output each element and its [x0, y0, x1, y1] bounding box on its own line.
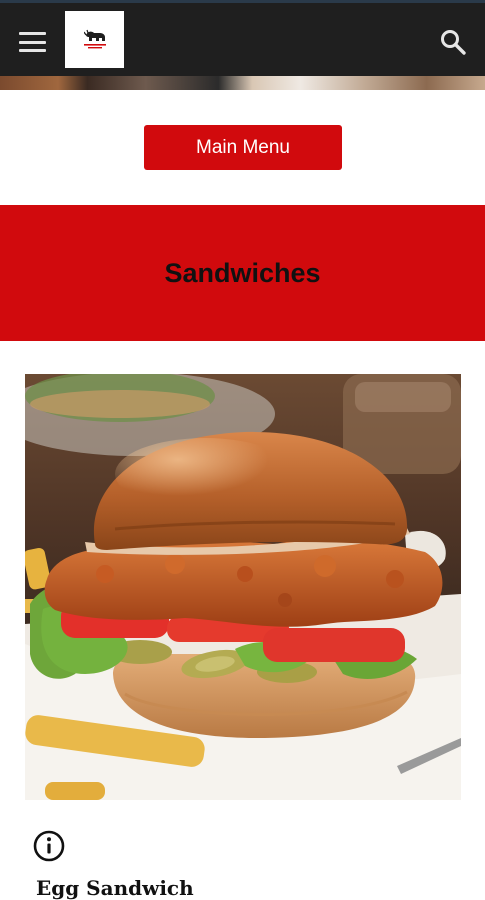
- hamburger-line: [19, 49, 46, 52]
- search-icon[interactable]: [439, 28, 467, 56]
- category-title: Sandwiches: [164, 257, 321, 288]
- hero-image-strip: [0, 76, 485, 90]
- product-name: Egg Sandwich: [36, 876, 194, 900]
- info-icon[interactable]: [33, 830, 65, 862]
- top-app-bar: [0, 0, 485, 76]
- bull-logo-icon: [83, 29, 106, 43]
- category-header: Sandwiches: [0, 205, 485, 341]
- brand-logo[interactable]: [65, 11, 124, 68]
- main-menu-button[interactable]: Main Menu: [144, 125, 342, 170]
- hamburger-menu-icon[interactable]: [19, 32, 46, 52]
- hamburger-line: [19, 40, 46, 44]
- fried-chicken-sandwich-photo[interactable]: [25, 374, 461, 800]
- hamburger-line: [19, 32, 46, 35]
- logo-wordmark: [83, 43, 106, 51]
